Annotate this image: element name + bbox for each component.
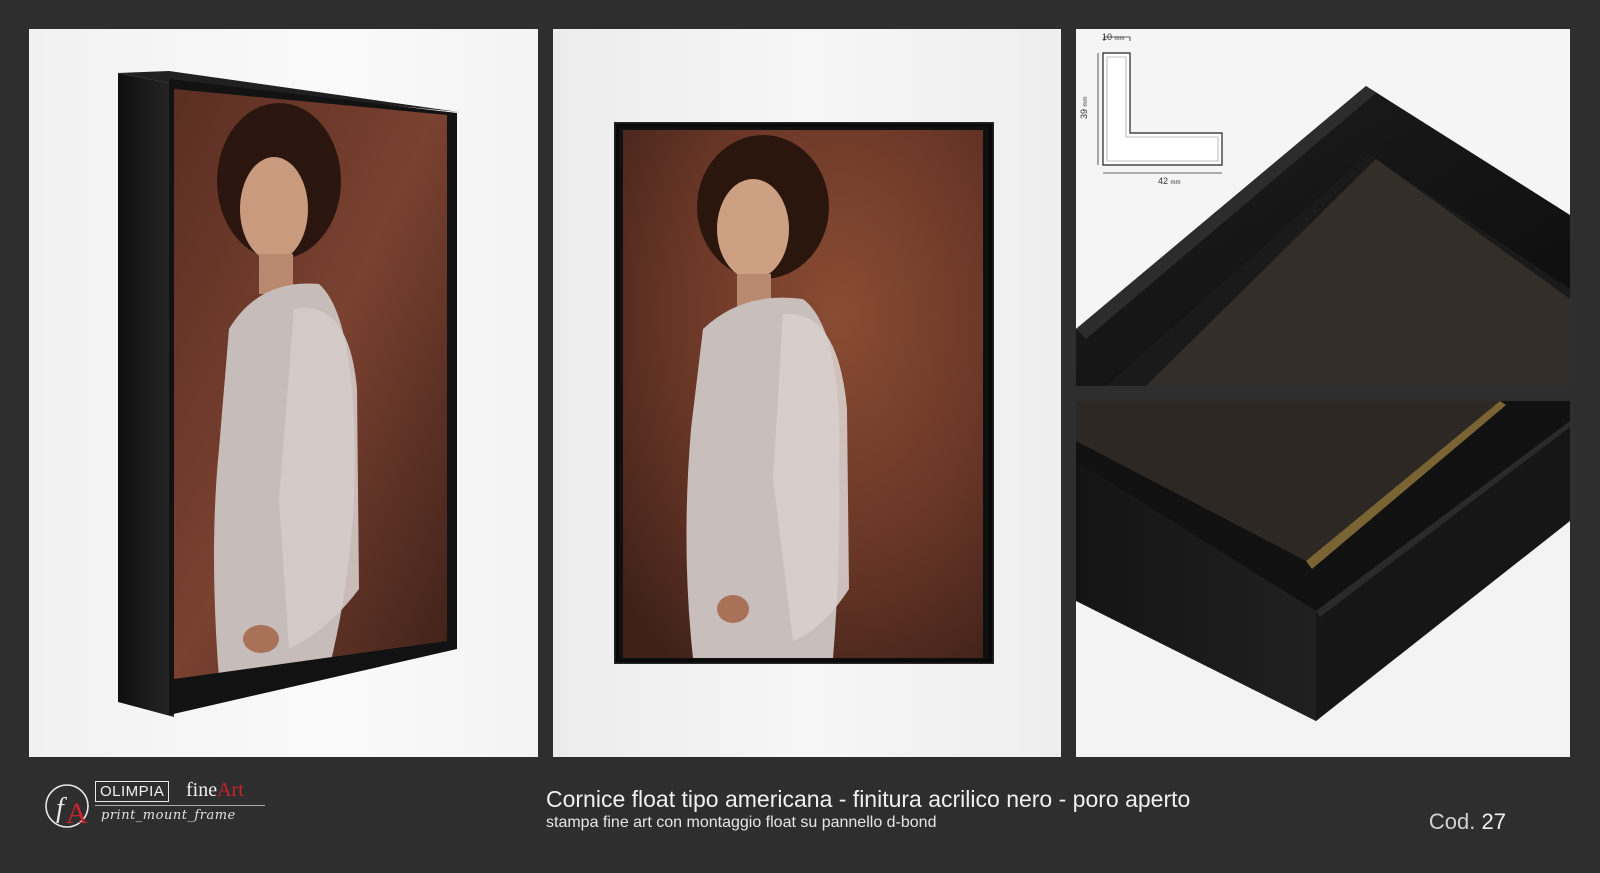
svg-text:A: A [66,797,88,830]
angled-frame-panel [29,29,538,757]
product-subtitle: stampa fine art con montaggio float su p… [546,814,937,831]
front-frame-image [614,122,994,664]
product-code: Cod. 27 [1429,809,1506,835]
brand-tagline: print_mount_frame [101,808,236,823]
brand-name-fineart: fineArt [186,779,244,801]
front-frame-panel [553,29,1061,757]
profile-diagram [1097,36,1223,174]
product-title: Cornice float tipo americana - finitura … [546,786,1191,812]
brand-logo: f A OLIMPIA fineArt print_mount_frame [43,779,283,835]
monogram-icon: f A [45,784,89,830]
brand-name-box: OLIMPIA [95,781,170,802]
code-value: 27 [1481,809,1506,834]
profile-base-width: 42 mm [1158,176,1181,186]
code-label: Cod. [1428,809,1476,834]
angled-frame-image [118,71,459,717]
profile-top-width: 10 mm [1102,32,1125,42]
corner-detail-top-panel: 10 mm 39 mm 42 mm [1076,29,1570,386]
profile-height: 39 mm [1079,96,1089,119]
corner-detail-bottom-image [1076,401,1570,757]
corner-detail-bottom-panel [1076,401,1570,757]
